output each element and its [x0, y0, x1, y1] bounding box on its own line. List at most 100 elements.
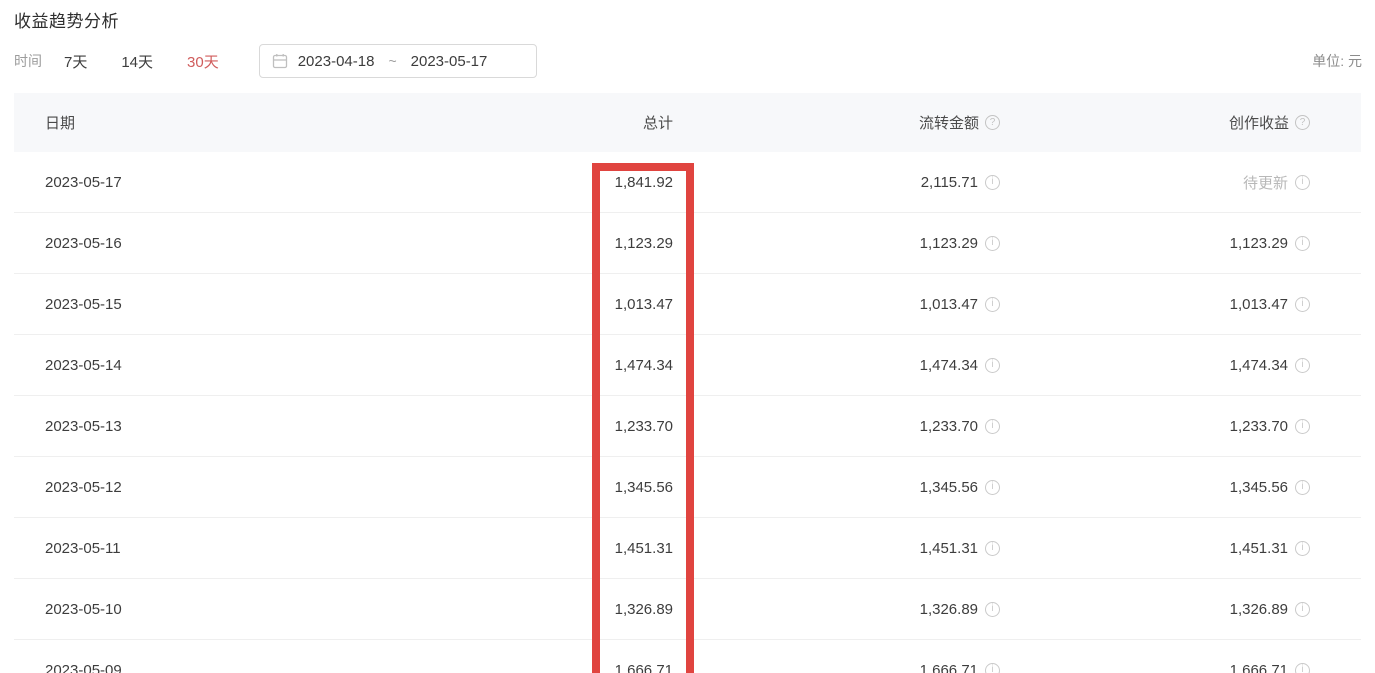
cell-total: 1,345.56	[304, 479, 673, 496]
cell-creation: 1,474.34	[1000, 357, 1310, 374]
date-range-picker[interactable]: 2023-04-18 ~ 2023-05-17	[259, 44, 537, 78]
info-circle-icon[interactable]	[1295, 480, 1310, 495]
cell-total: 1,451.31	[304, 540, 673, 557]
date-range-start: 2023-04-18	[298, 53, 375, 70]
cell-date: 2023-05-11	[14, 540, 304, 557]
time-option-7d[interactable]: 7天	[64, 51, 87, 72]
calendar-icon	[272, 53, 288, 69]
revenue-trend-screen: 收益趋势分析 时间 7天 14天 30天 2023-04-18 ~ 2023-0…	[0, 0, 1375, 673]
info-circle-icon[interactable]	[1295, 297, 1310, 312]
info-circle-icon[interactable]	[985, 541, 1000, 556]
cell-creation: 1,013.47	[1000, 296, 1310, 313]
creation-value: 1,123.29	[1230, 235, 1288, 252]
cell-transfer: 1,345.56	[673, 479, 1000, 496]
time-filter-label: 时间	[14, 51, 42, 71]
table-row: 2023-05-12 1,345.56 1,345.56 1,345.56	[14, 457, 1361, 518]
creation-value: 1,666.71	[1230, 662, 1288, 673]
total-value: 1,345.56	[615, 479, 673, 496]
transfer-value: 1,451.31	[920, 540, 978, 557]
info-circle-icon[interactable]	[1295, 358, 1310, 373]
date-range-separator: ~	[384, 53, 400, 69]
question-circle-icon[interactable]	[985, 115, 1000, 130]
total-value: 1,123.29	[615, 235, 673, 252]
total-value: 1,474.34	[615, 357, 673, 374]
info-circle-icon[interactable]	[1295, 602, 1310, 617]
column-header-creation: 创作收益	[1000, 112, 1310, 133]
info-circle-icon[interactable]	[985, 236, 1000, 251]
cell-date: 2023-05-17	[14, 174, 304, 191]
column-header-label: 创作收益	[1229, 112, 1289, 133]
time-option-30d[interactable]: 30天	[187, 51, 219, 72]
cell-creation: 1,233.70	[1000, 418, 1310, 435]
creation-value: 1,233.70	[1230, 418, 1288, 435]
cell-transfer: 2,115.71	[673, 174, 1000, 191]
table-header-row: 日期 总计 流转金额 创作收益	[14, 93, 1361, 152]
total-value: 1,451.31	[615, 540, 673, 557]
cell-transfer: 1,233.70	[673, 418, 1000, 435]
table-row: 2023-05-15 1,013.47 1,013.47 1,013.47	[14, 274, 1361, 335]
info-circle-icon[interactable]	[985, 175, 1000, 190]
total-value: 1,666.71	[615, 662, 673, 673]
creation-value: 1,345.56	[1230, 479, 1288, 496]
cell-date: 2023-05-09	[14, 662, 304, 673]
transfer-value: 1,123.29	[920, 235, 978, 252]
column-header-label: 流转金额	[919, 112, 979, 133]
cell-total: 1,474.34	[304, 357, 673, 374]
info-circle-icon[interactable]	[985, 663, 1000, 673]
cell-transfer: 1,326.89	[673, 601, 1000, 618]
creation-value: 1,474.34	[1230, 357, 1288, 374]
time-option-14d[interactable]: 14天	[121, 51, 153, 72]
date-value: 2023-05-10	[45, 601, 122, 618]
cell-creation: 1,451.31	[1000, 540, 1310, 557]
transfer-value: 1,666.71	[920, 662, 978, 673]
revenue-table: 日期 总计 流转金额 创作收益 2023-05-17 1,841.92 2,11…	[14, 93, 1361, 673]
transfer-value: 2,115.71	[921, 174, 978, 191]
info-circle-icon[interactable]	[985, 297, 1000, 312]
transfer-value: 1,013.47	[920, 296, 978, 313]
transfer-value: 1,345.56	[920, 479, 978, 496]
cell-date: 2023-05-14	[14, 357, 304, 374]
cell-total: 1,666.71	[304, 662, 673, 673]
info-circle-icon[interactable]	[1295, 541, 1310, 556]
cell-date: 2023-05-10	[14, 601, 304, 618]
question-circle-icon[interactable]	[1295, 115, 1310, 130]
table-row: 2023-05-16 1,123.29 1,123.29 1,123.29	[14, 213, 1361, 274]
column-header-date: 日期	[14, 112, 304, 133]
info-circle-icon[interactable]	[1295, 663, 1310, 673]
info-circle-icon[interactable]	[985, 419, 1000, 434]
cell-date: 2023-05-15	[14, 296, 304, 313]
cell-total: 1,233.70	[304, 418, 673, 435]
column-header-total: 总计	[304, 112, 673, 133]
cell-total: 1,841.92	[304, 174, 673, 191]
date-value: 2023-05-13	[45, 418, 122, 435]
info-circle-icon[interactable]	[1295, 419, 1310, 434]
info-circle-icon[interactable]	[985, 480, 1000, 495]
info-circle-icon[interactable]	[1295, 236, 1310, 251]
creation-value: 待更新	[1243, 172, 1288, 193]
transfer-value: 1,326.89	[920, 601, 978, 618]
column-header-label: 日期	[45, 112, 75, 133]
date-value: 2023-05-11	[45, 540, 121, 557]
cell-transfer: 1,013.47	[673, 296, 1000, 313]
date-value: 2023-05-12	[45, 479, 122, 496]
info-circle-icon[interactable]	[985, 358, 1000, 373]
table-row: 2023-05-13 1,233.70 1,233.70 1,233.70	[14, 396, 1361, 457]
info-circle-icon[interactable]	[1295, 175, 1310, 190]
column-header-transfer: 流转金额	[673, 112, 1000, 133]
total-value: 1,233.70	[615, 418, 673, 435]
table-body: 2023-05-17 1,841.92 2,115.71 待更新 2023-05…	[14, 152, 1361, 673]
info-circle-icon[interactable]	[985, 602, 1000, 617]
creation-value: 1,326.89	[1230, 601, 1288, 618]
total-value: 1,013.47	[615, 296, 673, 313]
table-row: 2023-05-09 1,666.71 1,666.71 1,666.71	[14, 640, 1361, 673]
cell-creation: 1,326.89	[1000, 601, 1310, 618]
page-title: 收益趋势分析	[14, 7, 119, 32]
date-value: 2023-05-16	[45, 235, 122, 252]
date-value: 2023-05-17	[45, 174, 122, 191]
date-value: 2023-05-09	[45, 662, 122, 673]
cell-transfer: 1,451.31	[673, 540, 1000, 557]
date-value: 2023-05-14	[45, 357, 122, 374]
date-value: 2023-05-15	[45, 296, 122, 313]
cell-transfer: 1,123.29	[673, 235, 1000, 252]
time-filter-bar: 时间 7天 14天 30天 2023-04-18 ~ 2023-05-17	[14, 44, 537, 78]
